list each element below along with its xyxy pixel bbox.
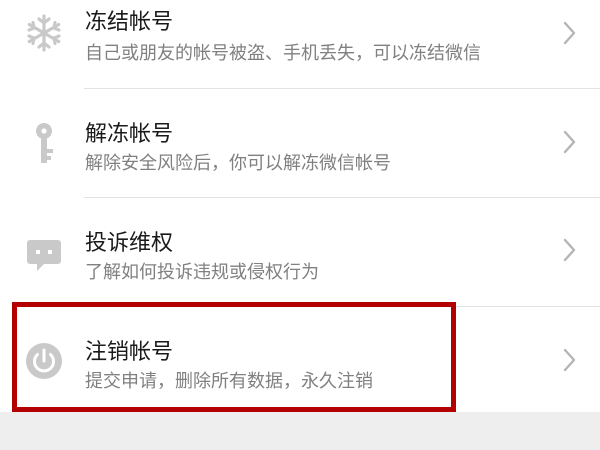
chevron-right-icon	[563, 21, 576, 45]
chat-bubble-icon	[22, 232, 66, 276]
menu-item-freeze-account[interactable]: 冻结帐号 自己或朋友的帐号被盗、手机丢失，可以冻结微信	[0, 0, 600, 89]
menu-item-title: 注销帐号	[85, 340, 174, 365]
menu-item-subtitle: 了解如何投诉违规或侵权行为	[85, 262, 319, 283]
key-icon	[22, 121, 66, 165]
menu-item-subtitle: 自己或朋友的帐号被盗、手机丢失，可以冻结微信	[85, 43, 481, 64]
background-gray-area	[0, 412, 600, 450]
menu-item-complaint-rights[interactable]: 投诉维权 了解如何投诉违规或侵权行为	[0, 198, 600, 307]
menu-item-title: 冻结帐号	[85, 10, 174, 35]
menu-item-title: 投诉维权	[85, 231, 174, 256]
chevron-right-icon	[563, 130, 576, 154]
menu-item-title: 解冻帐号	[85, 122, 174, 147]
menu-item-cancel-account[interactable]: 注销帐号 提交申请，删除所有数据，永久注销	[0, 307, 600, 411]
menu-item-subtitle: 解除安全风险后，你可以解冻微信帐号	[85, 153, 391, 174]
account-security-menu: 冻结帐号 自己或朋友的帐号被盗、手机丢失，可以冻结微信 解冻帐号 解除安全风险后…	[0, 0, 600, 450]
menu-item-unfreeze-account[interactable]: 解冻帐号 解除安全风险后，你可以解冻微信帐号	[0, 89, 600, 198]
chevron-right-icon	[563, 238, 576, 262]
snowflake-icon	[22, 11, 66, 55]
menu-item-subtitle: 提交申请，删除所有数据，永久注销	[85, 371, 373, 392]
power-icon	[22, 339, 66, 383]
chevron-right-icon	[563, 348, 576, 372]
